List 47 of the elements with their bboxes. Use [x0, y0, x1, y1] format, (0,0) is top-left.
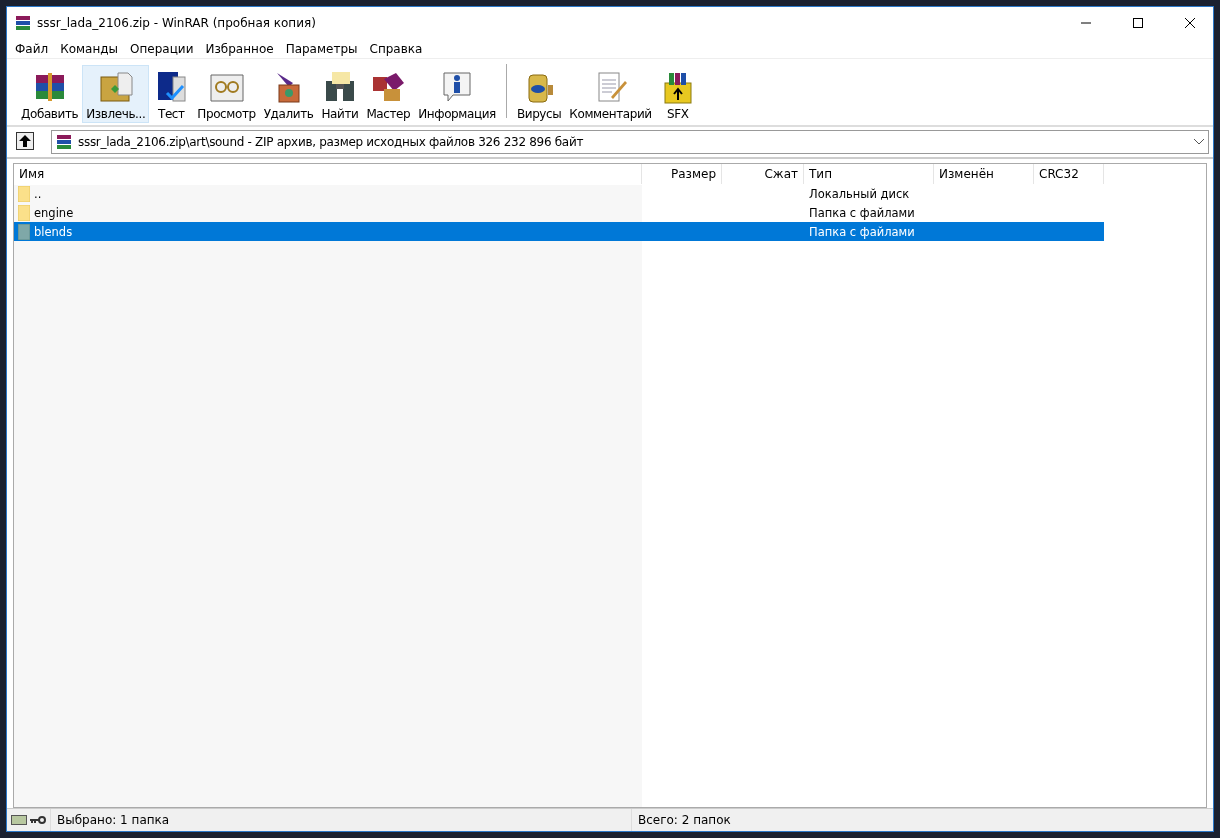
folder-document-icon — [97, 69, 134, 105]
selected-file-row[interactable]: blends Папка с файлами — [14, 222, 1104, 241]
up-arrow-icon — [16, 132, 34, 150]
menu-item[interactable]: Справка — [363, 41, 429, 56]
toolbar-button[interactable]: Найти — [317, 65, 363, 123]
file-name: .. — [34, 186, 42, 201]
file-name: blends — [34, 224, 73, 239]
toolbar-button[interactable]: Добавить — [17, 65, 83, 123]
menu-item[interactable]: Файл — [9, 41, 55, 56]
menu-item[interactable]: Избранное — [199, 41, 280, 56]
menu-item[interactable]: Операции — [124, 41, 200, 56]
type-cell-text: Папка с файлами — [808, 223, 916, 241]
toolbar-button[interactable]: Тест — [149, 65, 194, 123]
toolbar-button[interactable]: Комментарий — [565, 65, 656, 123]
toolbar-button[interactable]: Удалить — [259, 65, 318, 123]
status-total-text: Всего: 2 папок — [637, 813, 731, 827]
dropdown-caret-icon — [1194, 139, 1204, 145]
archive-icon — [56, 134, 72, 150]
close-icon — [1185, 18, 1195, 28]
file-name: engine — [34, 205, 74, 220]
column-header[interactable]: Изменён — [934, 164, 1034, 184]
column-header[interactable]: Имя — [14, 164, 642, 184]
archive-icon — [15, 15, 31, 31]
up-folder-button[interactable] — [15, 132, 35, 152]
key-icon — [30, 815, 46, 825]
address-field[interactable]: sssr_lada_2106.zip\art\sound - ZIP архив, размер исходных файлов 326 232 896 байт — [51, 130, 1209, 154]
file-row[interactable]: engine Папка с файлами — [14, 203, 1104, 222]
status-selected-text: Выбрано: 1 папка — [51, 809, 632, 831]
toolbar-button[interactable]: Извлечь... — [82, 65, 150, 123]
column-header[interactable]: Сжат — [722, 164, 804, 184]
menu-item[interactable]: Команды — [54, 41, 125, 56]
file-row[interactable]: .. Локальный диск — [14, 184, 1104, 203]
column-header[interactable]: Размер — [642, 164, 722, 184]
window-title: sssr_lada_2106.zip - WinRAR (пробная копия) — [37, 16, 317, 30]
type-cell-text: Папка с файлами — [808, 204, 916, 222]
column-header[interactable]: Тип — [804, 164, 934, 184]
toolbar-button[interactable]: SFX — [655, 65, 700, 123]
toolbar-button[interactable]: Мастер — [362, 65, 415, 123]
type-cell-text: Локальный диск — [808, 185, 911, 203]
menu-item[interactable]: Параметры — [279, 41, 364, 56]
folder-icon — [18, 223, 30, 240]
toolbar-button[interactable]: Вирусы — [512, 65, 566, 123]
toolbar-button[interactable]: Информация — [414, 65, 500, 123]
toolbar-button[interactable]: Просмотр — [193, 65, 260, 123]
column-header[interactable]: CRC32 — [1034, 164, 1104, 184]
drive-icon — [11, 814, 27, 826]
maximize-icon — [1133, 18, 1143, 28]
